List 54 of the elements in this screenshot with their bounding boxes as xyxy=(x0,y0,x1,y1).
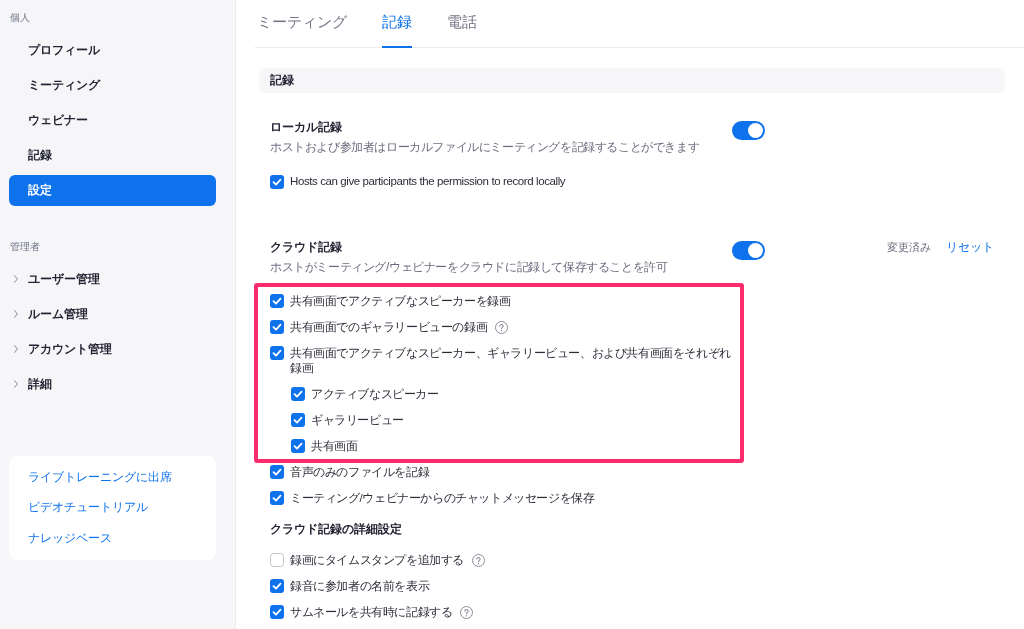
section-heading: 管理者 xyxy=(10,239,40,254)
checkbox-label: 共有画面でのギャラリービューの録画 xyxy=(290,319,488,335)
sidebar-item[interactable]: 記録 xyxy=(9,139,64,171)
checkbox-label: 音声のみのファイルを記録 xyxy=(290,464,430,480)
checkbox-label: アクティブなスピーカー xyxy=(311,386,439,402)
sidebar-item[interactable]: 設定 xyxy=(9,174,216,206)
sidebar-item[interactable]: ユーザー管理 xyxy=(9,263,112,295)
sidebar-item[interactable]: ルーム管理 xyxy=(9,298,100,330)
checkbox[interactable] xyxy=(270,174,284,189)
sidebar-link[interactable]: ビデオチュートリアル xyxy=(28,499,148,515)
checkbox-label: サムネールを共有時に記録する xyxy=(290,604,453,620)
checkbox-label: 録音に参加者の名前を表示 xyxy=(290,578,430,594)
sidebar-item[interactable]: ミーティング xyxy=(9,69,112,101)
checkbox-label: ギャラリービュー xyxy=(311,412,404,428)
checkbox[interactable] xyxy=(270,491,284,505)
section-heading: 個人 xyxy=(10,11,30,25)
help-icon[interactable] xyxy=(495,320,509,334)
checkbox-label: Hosts can give participants the permission to record locally xyxy=(290,174,566,189)
checkbox-label: 録画にタイムスタンプを追加する xyxy=(290,552,464,568)
setting-description: ホストおよび参加者はローカルファイルにミーティングを記録することができます xyxy=(270,139,700,155)
setting-title: ローカル記録 xyxy=(270,119,342,135)
help-icon[interactable] xyxy=(472,553,485,567)
setting-description: ホストがミーティング/ウェビナーをクラウドに記録して保存することを許可 xyxy=(270,258,668,275)
checkbox[interactable] xyxy=(291,387,305,401)
section-header: 記録 xyxy=(259,68,1005,93)
tab[interactable]: 電話 xyxy=(447,0,477,48)
checkbox[interactable] xyxy=(291,439,305,453)
sidebar-item[interactable]: プロフィール xyxy=(9,34,112,66)
tab[interactable]: 記録 xyxy=(382,0,412,48)
checkbox[interactable] xyxy=(270,553,284,567)
toggle-switch[interactable] xyxy=(732,240,765,260)
checkbox[interactable] xyxy=(291,413,305,427)
tab[interactable]: ミーティング xyxy=(257,0,347,48)
toggle-switch[interactable] xyxy=(732,121,765,140)
status-text: 変更済み xyxy=(887,239,931,255)
checkbox-label: 共有画面でアクティブなスピーカー、ギャラリービュー、および共有画面をそれぞれ録画 xyxy=(290,345,732,376)
checkbox-label: 共有画面 xyxy=(311,438,358,454)
sidebar-item[interactable]: 詳細 xyxy=(9,368,64,400)
setting-title: クラウド記録 xyxy=(270,238,342,255)
help-icon[interactable] xyxy=(460,605,474,619)
sidebar-link[interactable]: ナレッジベース xyxy=(28,529,112,546)
reset-link[interactable]: リセット xyxy=(946,238,994,255)
checkbox[interactable] xyxy=(270,320,284,334)
checkbox-label: 共有画面でアクティブなスピーカーを録画 xyxy=(290,293,511,309)
checkbox[interactable] xyxy=(270,346,284,360)
checkbox-label: ミーティング/ウェビナーからのチャットメッセージを保存 xyxy=(290,490,595,506)
checkbox[interactable] xyxy=(270,579,284,593)
checkbox[interactable] xyxy=(270,605,284,619)
checkbox[interactable] xyxy=(270,294,284,308)
checkbox[interactable] xyxy=(270,465,284,479)
sidebar-item[interactable]: ウェビナー xyxy=(9,104,100,136)
subsection-heading: クラウド記録の詳細設定 xyxy=(270,521,402,537)
sidebar-link[interactable]: ライブトレーニングに出席 xyxy=(28,468,172,485)
sidebar-item[interactable]: アカウント管理 xyxy=(9,333,124,365)
